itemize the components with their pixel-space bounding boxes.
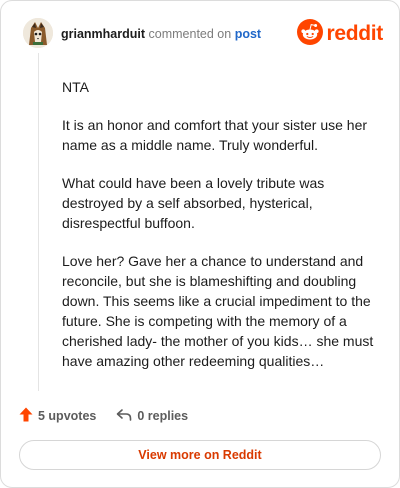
thread-line[interactable] [38,53,39,391]
reddit-wordmark: reddit [326,22,383,45]
comment-paragraph: Love her? Gave her a chance to understan… [62,253,374,369]
username-link[interactable]: grianmharduit [61,27,145,41]
comment-paragraph: What could have been a lovely tribute wa… [62,175,325,231]
comment-paragraph: It is an honor and comfort that your sis… [62,117,368,153]
fox-avatar-icon[interactable] [23,18,53,48]
action-text: commented on [148,27,232,41]
reply-arrow-icon [116,408,132,425]
reply-button[interactable]: 0 replies [116,408,188,425]
reddit-logo[interactable]: reddit [297,18,383,50]
upvote-button[interactable]: 5 upvotes [19,407,96,425]
comment-actions: 5 upvotes 0 replies [19,405,188,427]
comment-header: grianmharduit commented on post reddit [21,17,383,53]
upvote-arrow-icon [19,407,33,425]
comment-body: NTA It is an honor and comfort that your… [62,77,374,389]
reddit-snoo-icon [297,18,324,50]
comment-meta: grianmharduit commented on post [61,27,261,41]
comment-embed-card: grianmharduit commented on post reddit N… [0,0,400,488]
replies-label: 0 replies [137,409,189,423]
post-link[interactable]: post [235,27,261,41]
view-more-button[interactable]: View more on Reddit [19,440,381,470]
comment-paragraph: NTA [62,79,89,95]
upvotes-label: 5 upvotes [38,409,97,423]
